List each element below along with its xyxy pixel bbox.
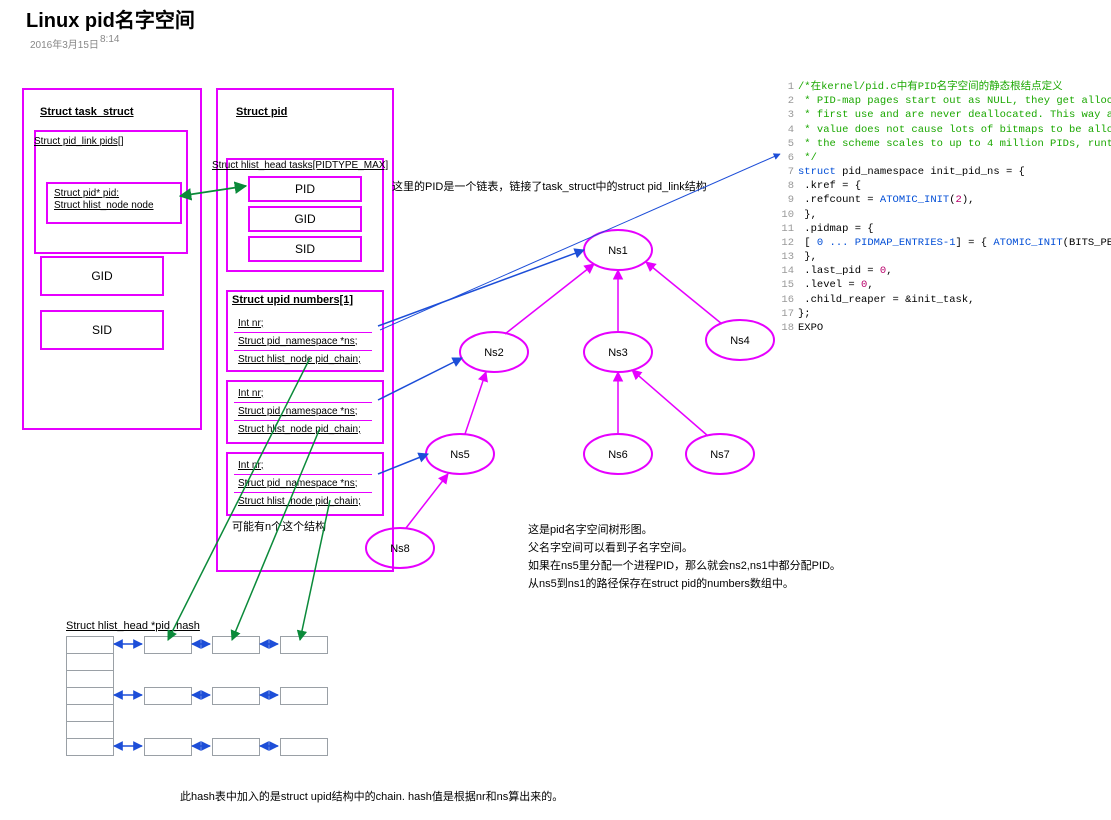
tree-note-2: 父名字空间可以看到子名字空间。 xyxy=(528,540,693,557)
tree-note-4: 从ns5到ns1的路径保存在struct pid的numbers数组中。 xyxy=(528,576,794,593)
hash-bucket xyxy=(66,738,114,756)
tree-node-ns6: Ns6 xyxy=(608,449,628,461)
hash-bucket xyxy=(66,687,114,705)
hlist-node-label: Struct hlist_node node xyxy=(48,199,180,212)
page-date: 2016年3月15日 xyxy=(30,36,99,51)
struct-pid-label: Struct pid xyxy=(236,106,287,118)
hash-node xyxy=(212,738,260,756)
code-block: 1/*在kernel/pid.c中有PID名字空间的静态根结点定义 2 * PI… xyxy=(772,80,1102,335)
hash-node xyxy=(280,738,328,756)
hlist-tasks-label: Struct hlist_head tasks[PIDTYPE_MAX] xyxy=(212,160,388,171)
tree-node-ns3: Ns3 xyxy=(608,347,628,359)
task-struct-label: Struct task_struct xyxy=(40,106,134,118)
hash-bucket xyxy=(66,636,114,654)
tree-node-ns1: Ns1 xyxy=(608,245,628,257)
task-struct-sid-box: SID xyxy=(40,310,164,350)
hash-bucket xyxy=(66,670,114,688)
tree-node-ns7: Ns7 xyxy=(710,449,730,461)
hash-node xyxy=(212,636,260,654)
hash-node xyxy=(212,687,260,705)
hash-bucket xyxy=(66,653,114,671)
pid-cell: PID xyxy=(248,176,362,202)
pid-list-note: 这里的PID是一个链表，链接了task_struct中的struct pid_l… xyxy=(392,178,707,194)
upid1-chain: Struct hlist_node pid_chain; xyxy=(234,350,372,368)
page: Linux pid名字空间 2016年3月15日 8:14 Struct tas… xyxy=(0,0,1111,820)
tree-note-1: 这是pid名字空间树形图。 xyxy=(528,522,653,539)
tree-node-ns4: Ns4 xyxy=(730,335,750,347)
hash-node xyxy=(144,738,192,756)
hash-node xyxy=(144,636,192,654)
upid1-ns: Struct pid_namespace *ns; xyxy=(234,332,372,351)
hash-bucket xyxy=(66,704,114,722)
upid3-ns: Struct pid_namespace *ns; xyxy=(234,474,372,493)
hash-bucket xyxy=(66,721,114,739)
hash-node xyxy=(144,687,192,705)
gid-cell: GID xyxy=(248,206,362,232)
upid2-ns: Struct pid_namespace *ns; xyxy=(234,402,372,421)
tree-note-3: 如果在ns5里分配一个进程PID，那么就会ns2,ns1中都分配PID。 xyxy=(528,558,841,575)
hash-node xyxy=(280,636,328,654)
pid-link-entry: Struct pid* pid: Struct hlist_node node xyxy=(46,182,182,224)
hash-table-note: 此hash表中加入的是struct upid结构中的chain. hash值是根… xyxy=(180,788,563,804)
upid-footer-note: 可能有n个这个结构 xyxy=(232,518,326,534)
page-title: Linux pid名字空间 xyxy=(26,4,195,33)
hash-node xyxy=(280,687,328,705)
task-struct-gid-box: GID xyxy=(40,256,164,296)
upid2-nr: Int nr; xyxy=(234,384,372,403)
upid3-nr: Int nr; xyxy=(234,456,372,475)
pid-ptr-label: Struct pid* pid: xyxy=(48,184,180,199)
sid-cell: SID xyxy=(248,236,362,262)
tree-node-ns2: Ns2 xyxy=(484,347,504,359)
upid-numbers-label: Struct upid numbers[1] xyxy=(232,294,353,306)
upid3-chain: Struct hlist_node pid_chain; xyxy=(234,492,372,510)
tree-node-ns5: Ns5 xyxy=(450,449,470,461)
pids-array-label: Struct pid_link pids[] xyxy=(34,136,124,147)
hash-table-title: Struct hlist_head *pid_hash xyxy=(66,620,200,632)
upid1-nr: Int nr; xyxy=(234,314,372,333)
upid2-chain: Struct hlist_node pid_chain; xyxy=(234,420,372,438)
page-time: 8:14 xyxy=(100,34,119,45)
